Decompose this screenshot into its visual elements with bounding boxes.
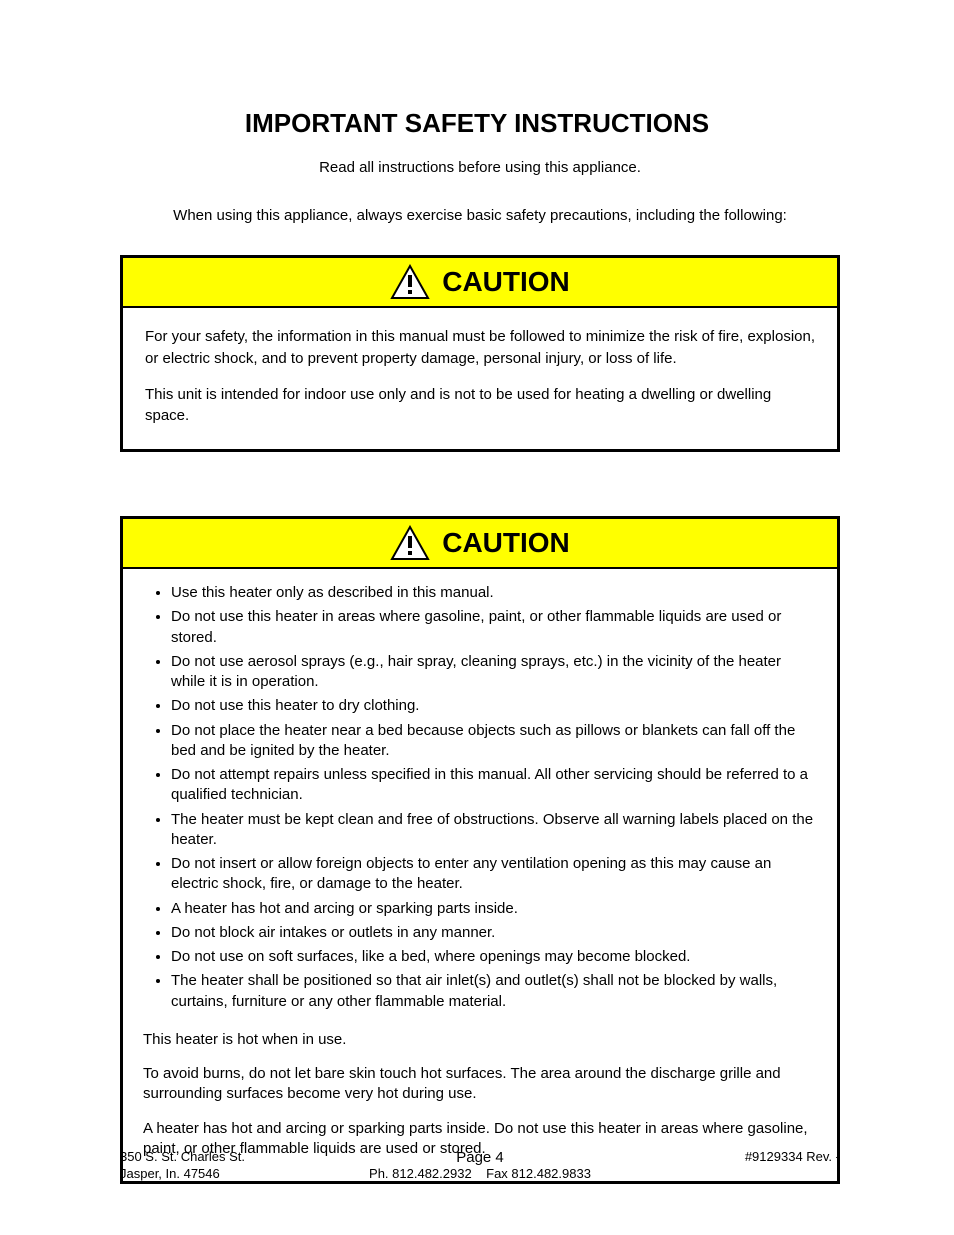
caution2-p2: To avoid burns, do not let bare skin tou… (143, 1064, 817, 1105)
warning-triangle-icon (390, 264, 430, 300)
caution-box-2: CAUTION Use this heater only as describe… (120, 516, 840, 1184)
footer-page: Page 4 (120, 1149, 840, 1166)
caution-body-2: Use this heater only as described in thi… (123, 569, 837, 1181)
list-item: Do not attempt repairs unless specified … (171, 765, 817, 806)
list-item: Do not block air intakes or outlets in a… (171, 923, 817, 943)
caution2-bullet-list: Use this heater only as described in thi… (143, 583, 817, 1012)
page-footer: 350 S. St. Charles St. Jasper, In. 47546… (120, 1149, 840, 1183)
intro-text-1: Read all instructions before using this … (120, 158, 840, 178)
caution-body-1: For your safety, the information in this… (123, 308, 837, 449)
list-item: Do not insert or allow foreign objects t… (171, 854, 817, 895)
footer-phone: Ph. 812.482.2932 (369, 1166, 472, 1181)
list-item: The heater shall be positioned so that a… (171, 971, 817, 1012)
list-item: Do not use this heater in areas where ga… (171, 607, 817, 648)
caution-label-1: CAUTION (442, 266, 570, 298)
footer-center: Page 4 Ph. 812.482.2932 Fax 812.482.9833 (120, 1149, 840, 1181)
list-item: Do not use this heater to dry clothing. (171, 696, 817, 716)
list-item: The heater must be kept clean and free o… (171, 810, 817, 851)
intro-text-2: When using this appliance, always exerci… (120, 206, 840, 226)
page-title: IMPORTANT SAFETY INSTRUCTIONS (0, 108, 954, 139)
list-item: Use this heater only as described in thi… (171, 583, 817, 603)
caution2-p1: This heater is hot when in use. (143, 1030, 817, 1050)
warning-triangle-icon (390, 525, 430, 561)
caution1-p2: This unit is intended for indoor use onl… (145, 384, 815, 428)
caution-box-1: CAUTION For your safety, the information… (120, 255, 840, 452)
footer-fax: Fax 812.482.9833 (486, 1166, 591, 1181)
list-item: A heater has hot and arcing or sparking … (171, 899, 817, 919)
caution-header-1: CAUTION (123, 258, 837, 308)
caution1-p1: For your safety, the information in this… (145, 326, 815, 370)
caution-label-2: CAUTION (442, 527, 570, 559)
list-item: Do not use on soft surfaces, like a bed,… (171, 947, 817, 967)
list-item: Do not place the heater near a bed becau… (171, 721, 817, 762)
caution-header-2: CAUTION (123, 519, 837, 569)
list-item: Do not use aerosol sprays (e.g., hair sp… (171, 652, 817, 693)
